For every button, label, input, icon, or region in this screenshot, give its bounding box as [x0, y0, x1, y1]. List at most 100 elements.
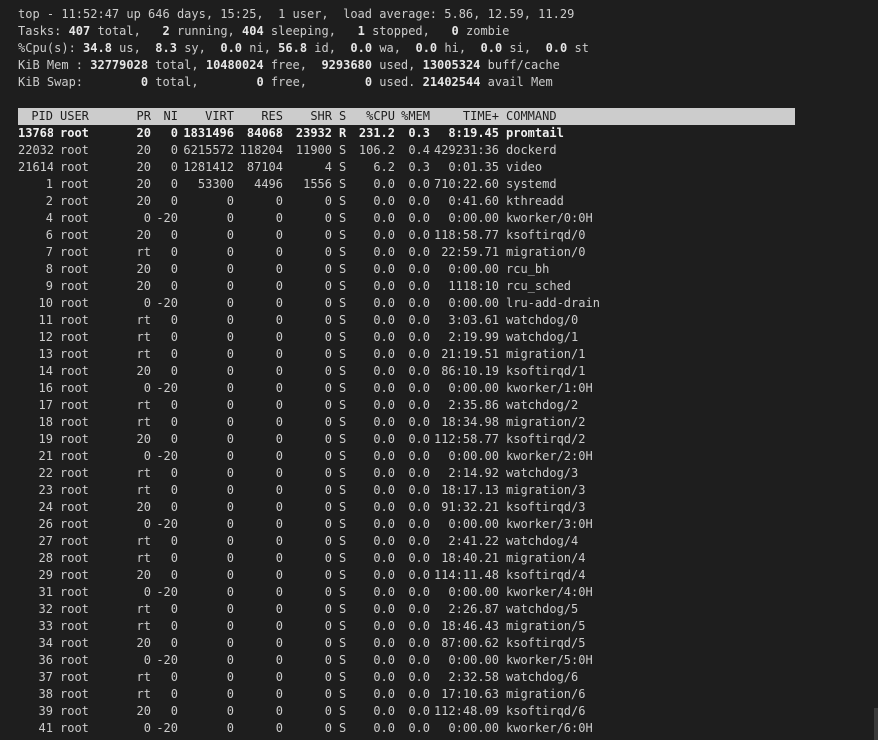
- terminal-window[interactable]: top - 11:52:47 up 646 days, 15:25, 1 use…: [18, 6, 818, 737]
- process-row[interactable]: 27 root rt 0 0 0 0 S 0.0 0.0 2:41.22 watchdog/4: [18, 533, 818, 550]
- process-row[interactable]: 13 root rt 0 0 0 0 S 0.0 0.0 21:19.51 migration/1: [18, 346, 818, 363]
- process-state: S: [339, 381, 347, 395]
- process-shr: 0: [324, 245, 332, 259]
- process-row[interactable]: 19 root 20 0 0 0 0 S 0.0 0.0 112:58.77 ksoftirqd/2: [18, 431, 818, 448]
- process-row[interactable]: 7 root rt 0 0 0 0 S 0.0 0.0 22:59.71 migration/0: [18, 244, 818, 261]
- mem-free-label: free,: [263, 58, 322, 72]
- process-cpu: 231.2: [358, 126, 395, 140]
- col-user[interactable]: USER: [53, 108, 130, 125]
- process-virt: 0: [226, 211, 234, 225]
- process-priority: rt: [136, 415, 151, 429]
- process-cpu: 0.0: [373, 398, 395, 412]
- process-row[interactable]: 17 root rt 0 0 0 0 S 0.0 0.0 2:35.86 watchdog/2: [18, 397, 818, 414]
- process-user: root: [60, 143, 89, 157]
- cpu-id-label: id,: [307, 41, 351, 55]
- process-mem: 0.0: [408, 653, 430, 667]
- process-virt: 6215572: [183, 143, 234, 157]
- process-row[interactable]: 12 root rt 0 0 0 0 S 0.0 0.0 2:19.99 watchdog/1: [18, 329, 818, 346]
- process-cpu: 0.0: [373, 636, 395, 650]
- mem-line: KiB Mem : 32779028 total, 10480024 free,…: [18, 57, 818, 74]
- process-virt: 0: [226, 262, 234, 276]
- process-row[interactable]: 37 root rt 0 0 0 0 S 0.0 0.0 2:32.58 watchdog/6: [18, 669, 818, 686]
- process-priority: 20: [136, 262, 151, 276]
- process-pid: 16: [38, 381, 53, 395]
- process-nice: -20: [156, 381, 178, 395]
- process-user: root: [60, 194, 89, 208]
- col-pid[interactable]: PID: [18, 108, 53, 125]
- process-row[interactable]: 6 root 20 0 0 0 0 S 0.0 0.0 118:58.77 ksoftirqd/0: [18, 227, 818, 244]
- process-user: root: [60, 160, 89, 174]
- process-row[interactable]: 21 root 0 -20 0 0 0 S 0.0 0.0 0:00.00 kworker/2:0H: [18, 448, 818, 465]
- process-row[interactable]: 41 root 0 -20 0 0 0 S 0.0 0.0 0:00.00 kworker/6:0H: [18, 720, 818, 737]
- process-user: root: [60, 279, 89, 293]
- process-row[interactable]: 14 root 20 0 0 0 0 S 0.0 0.0 86:10.19 ksoftirqd/1: [18, 363, 818, 380]
- process-row[interactable]: 33 root rt 0 0 0 0 S 0.0 0.0 18:46.43 migration/5: [18, 618, 818, 635]
- process-pid: 38: [38, 687, 53, 701]
- process-state: S: [339, 449, 347, 463]
- cpu-ni: 0.0: [220, 41, 243, 55]
- process-mem: 0.0: [408, 670, 430, 684]
- process-row[interactable]: 32 root rt 0 0 0 0 S 0.0 0.0 2:26.87 watchdog/5: [18, 601, 818, 618]
- col-virt[interactable]: VIRT: [178, 108, 234, 125]
- col-command[interactable]: COMMAND: [499, 108, 626, 125]
- process-row[interactable]: 9 root 20 0 0 0 0 S 0.0 0.0 1118:10 rcu_sched: [18, 278, 818, 295]
- col-state[interactable]: S: [332, 108, 353, 125]
- col-cpu[interactable]: %CPU: [353, 108, 395, 125]
- process-nice: -20: [156, 721, 178, 735]
- process-shr: 0: [324, 228, 332, 242]
- process-cpu: 0.0: [373, 381, 395, 395]
- process-row[interactable]: 28 root rt 0 0 0 0 S 0.0 0.0 18:40.21 migration/4: [18, 550, 818, 567]
- process-row[interactable]: 31 root 0 -20 0 0 0 S 0.0 0.0 0:00.00 kworker/4:0H: [18, 584, 818, 601]
- scrollbar-thumb[interactable]: [874, 708, 878, 740]
- col-ni[interactable]: NI: [151, 108, 178, 125]
- process-cpu: 0.0: [373, 432, 395, 446]
- process-row[interactable]: 10 root 0 -20 0 0 0 S 0.0 0.0 0:00.00 lru-add-drain: [18, 295, 818, 312]
- process-nice: 0: [170, 602, 178, 616]
- col-mem[interactable]: %MEM: [395, 108, 430, 125]
- process-row[interactable]: 29 root 20 0 0 0 0 S 0.0 0.0 114:11.48 ksoftirqd/4: [18, 567, 818, 584]
- process-mem: 0.0: [408, 517, 430, 531]
- process-nice: 0: [170, 551, 178, 565]
- process-row[interactable]: 8 root 20 0 0 0 0 S 0.0 0.0 0:00.00 rcu_bh: [18, 261, 818, 278]
- process-priority: rt: [136, 687, 151, 701]
- process-row[interactable]: 34 root 20 0 0 0 0 S 0.0 0.0 87:00.62 ksoftirqd/5: [18, 635, 818, 652]
- process-row[interactable]: 16 root 0 -20 0 0 0 S 0.0 0.0 0:00.00 kworker/1:0H: [18, 380, 818, 397]
- process-priority: 0: [143, 449, 151, 463]
- process-command: systemd: [506, 177, 557, 191]
- col-res[interactable]: RES: [234, 108, 283, 125]
- process-shr: 0: [324, 381, 332, 395]
- process-res: 0: [275, 687, 283, 701]
- process-row[interactable]: 13768 root 20 0 1831496 84068 23932 R 231.2 0.3 8:…: [18, 125, 818, 142]
- col-time[interactable]: TIME+: [430, 108, 499, 125]
- process-res: 0: [275, 704, 283, 718]
- process-row[interactable]: 26 root 0 -20 0 0 0 S 0.0 0.0 0:00.00 kworker/3:0H: [18, 516, 818, 533]
- process-row[interactable]: 38 root rt 0 0 0 0 S 0.0 0.0 17:10.63 migration/6: [18, 686, 818, 703]
- process-row[interactable]: 23 root rt 0 0 0 0 S 0.0 0.0 18:17.13 migration/3: [18, 482, 818, 499]
- process-list: 13768 root 20 0 1831496 84068 23932 R 231.2 0.3 8:…: [18, 125, 818, 737]
- process-row[interactable]: 39 root 20 0 0 0 0 S 0.0 0.0 112:48.09 ksoftirqd/6: [18, 703, 818, 720]
- process-user: root: [60, 517, 89, 531]
- process-row[interactable]: 36 root 0 -20 0 0 0 S 0.0 0.0 0:00.00 kworker/5:0H: [18, 652, 818, 669]
- process-state: S: [339, 296, 347, 310]
- process-nice: 0: [170, 262, 178, 276]
- process-row[interactable]: 21614 root 20 0 1281412 87104 4 S 6.2 0.3 0:01.35 v…: [18, 159, 818, 176]
- process-row[interactable]: 1 root 20 0 53300 4496 1556 S 0.0 0.0 710:22.60 sys…: [18, 176, 818, 193]
- process-time: 3:03.61: [448, 313, 499, 327]
- process-nice: 0: [170, 313, 178, 327]
- process-row[interactable]: 2 root 20 0 0 0 0 S 0.0 0.0 0:41.60 kthreadd: [18, 193, 818, 210]
- process-cpu: 0.0: [373, 449, 395, 463]
- process-row[interactable]: 4 root 0 -20 0 0 0 S 0.0 0.0 0:00.00 kworker/0:0H: [18, 210, 818, 227]
- process-res: 0: [275, 313, 283, 327]
- process-user: root: [60, 721, 89, 735]
- process-row[interactable]: 18 root rt 0 0 0 0 S 0.0 0.0 18:34.98 migration/2: [18, 414, 818, 431]
- process-command: kworker/3:0H: [506, 517, 593, 531]
- col-pr[interactable]: PR: [130, 108, 151, 125]
- process-command: watchdog/0: [506, 313, 579, 327]
- process-row[interactable]: 22 root rt 0 0 0 0 S 0.0 0.0 2:14.92 watchdog/3: [18, 465, 818, 482]
- process-pid: 8: [45, 262, 53, 276]
- process-row[interactable]: 11 root rt 0 0 0 0 S 0.0 0.0 3:03.61 watchdog/0: [18, 312, 818, 329]
- col-shr[interactable]: SHR: [283, 108, 332, 125]
- process-mem: 0.0: [408, 279, 430, 293]
- process-row[interactable]: 24 root 20 0 0 0 0 S 0.0 0.0 91:32.21 ksoftirqd/3: [18, 499, 818, 516]
- process-row[interactable]: 22032 root 20 0 6215572 118204 11900 S 106.2 0.4 4…: [18, 142, 818, 159]
